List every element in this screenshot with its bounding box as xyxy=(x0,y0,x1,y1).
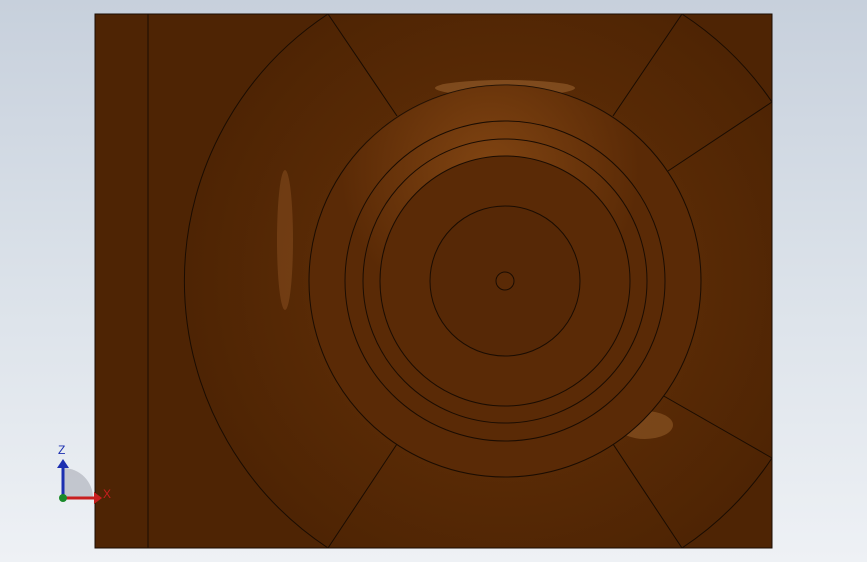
x-axis-label: X xyxy=(103,487,112,501)
triad-quarter-disc xyxy=(63,468,93,498)
highlight-left xyxy=(277,170,293,310)
z-axis-label: Z xyxy=(58,443,66,457)
model-viewport[interactable] xyxy=(0,0,867,562)
triad-origin xyxy=(59,494,67,502)
z-arrow-head xyxy=(57,459,69,468)
center-hole[interactable] xyxy=(495,271,515,291)
